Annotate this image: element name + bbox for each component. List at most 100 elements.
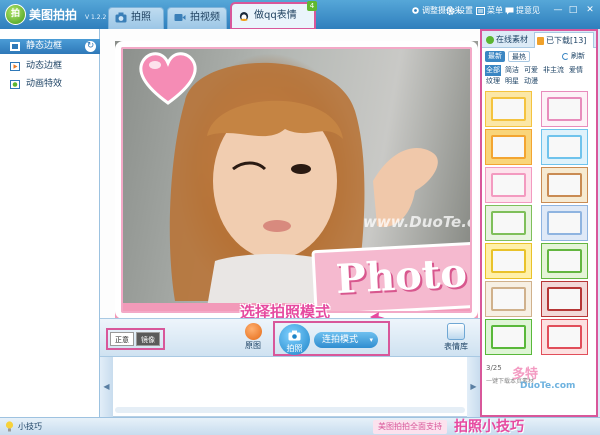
thumbnail-preview-area [547, 287, 582, 311]
brand-watermark-url: DuoTe.com [520, 381, 576, 391]
normal-orientation-button[interactable]: 正意 [110, 332, 134, 346]
camera-preview-stage: www.DuoTe.com Photo 选择拍照模式 [100, 29, 480, 332]
sidebar-item-label: 动态边框 [26, 61, 63, 71]
capture-mode-dropdown[interactable]: 连拍模式 ▾ [314, 332, 378, 348]
tab-online-materials[interactable]: 在线素材 [485, 32, 528, 48]
thumbnail-preview-area [547, 97, 582, 121]
shutter-button[interactable]: 拍照 [279, 324, 310, 355]
tab-photo-label: 拍照 [131, 12, 151, 23]
refresh-icon[interactable]: ↻ [85, 41, 96, 52]
material-tabs: 在线素材 已下载[13] [482, 31, 596, 48]
title-bar: 拍 美图拍拍 V 1.2.2 拍照 拍视频 做qq表情 4 调整摄像头 设置 菜… [0, 0, 600, 30]
thumbnail-preview-area [491, 287, 526, 311]
material-thumbnail[interactable] [541, 91, 588, 127]
app-version: V 1.2.2 [85, 14, 107, 21]
tab-qq-emoticon[interactable]: 做qq表情 4 [230, 1, 317, 30]
tab-downloaded-label: 已下载[13] [546, 36, 587, 45]
sort-hot-button[interactable]: 最热 [508, 51, 530, 62]
material-thumbnail[interactable] [541, 319, 588, 355]
maximize-button[interactable]: □ [567, 4, 579, 16]
chevron-down-icon: ▾ [369, 336, 373, 344]
thumbnail-preview-area [491, 135, 526, 159]
category-anime[interactable]: 动漫 [523, 76, 539, 87]
thumbnail-preview-area [547, 173, 582, 197]
thumbnail-preview-area [547, 325, 582, 349]
thumbnail-preview-area [491, 325, 526, 349]
feedback-icon [505, 7, 514, 15]
lightbulb-icon [5, 421, 14, 432]
menu-button[interactable]: 菜单 [476, 4, 503, 18]
tab-video[interactable]: 拍视频 [167, 7, 227, 29]
download-icon [537, 37, 544, 45]
thumbnail-preview-area [547, 135, 582, 159]
scroll-right-button[interactable]: ▶ [467, 357, 480, 417]
thumbnail-preview-area [547, 211, 582, 235]
emoticon-library-label: 表情库 [444, 342, 468, 351]
capture-mode-value: 连拍模式 [322, 335, 359, 345]
category-filter: 全部 简洁 可爱 非主流 爱情纹理 明星 动漫 [485, 65, 595, 87]
thumbnail-preview-area [547, 249, 582, 273]
material-thumbnail[interactable] [541, 205, 588, 241]
feedback-button[interactable]: 提意见 [505, 4, 540, 18]
settings-button[interactable]: 设置 [446, 4, 473, 18]
material-thumbnail[interactable] [485, 167, 532, 203]
app-logo: 拍 [5, 4, 26, 25]
tab-photo[interactable]: 拍照 [108, 7, 164, 29]
mirror-orientation-button[interactable]: 镜像 [136, 332, 160, 346]
material-thumbnail[interactable] [485, 205, 532, 241]
original-image-button[interactable]: 原图 [240, 323, 266, 355]
material-thumbnail[interactable] [541, 167, 588, 203]
emoticon-library-button[interactable]: 表情库 [438, 323, 474, 355]
settings-label: 设置 [457, 6, 473, 15]
category-all[interactable]: 全部 [485, 65, 501, 76]
sidebar-item-animation-effect[interactable]: 动画特效 [0, 77, 100, 92]
material-thumbnail[interactable] [541, 129, 588, 165]
material-thumbnail[interactable] [541, 281, 588, 317]
orientation-toggle: 正意 镜像 [106, 328, 165, 350]
material-thumbnail[interactable] [485, 243, 532, 279]
frame-category-sidebar: 静态边框 ↻ 动态边框 动画特效 [0, 29, 100, 417]
material-thumbnail[interactable] [485, 319, 532, 355]
sidebar-item-dynamic-frame[interactable]: 动态边框 [0, 59, 100, 74]
new-badge: 4 [307, 1, 317, 11]
category-texture[interactable]: 纹理 [485, 76, 501, 87]
animated-frame-icon [10, 62, 20, 71]
feedback-label: 提意见 [516, 6, 540, 15]
penguin-icon [239, 12, 249, 21]
thumbnail-preview-area [491, 211, 526, 235]
material-thumbnail[interactable] [541, 243, 588, 279]
sidebar-item-static-frame[interactable]: 静态边框 ↻ [0, 39, 100, 54]
effect-icon [10, 80, 20, 89]
refresh-label: 刷新 [571, 52, 585, 60]
menu-icon [476, 7, 485, 15]
material-thumbnail[interactable] [485, 129, 532, 165]
status-toast: 美图拍拍全面支持 [373, 420, 447, 434]
scroll-left-button[interactable]: ◀ [100, 357, 113, 417]
status-bar: 小技巧 美图拍拍全面支持 拍照小技巧 [0, 417, 600, 435]
tab-online-label: 在线素材 [496, 35, 528, 44]
shutter-label: 拍照 [286, 344, 303, 353]
refresh-button[interactable]: 刷新 [562, 51, 588, 62]
material-thumbnail[interactable] [485, 91, 532, 127]
thumbnail-preview-area [491, 173, 526, 197]
app-name: 美图拍拍 [29, 8, 78, 22]
thumbnail-preview-area [491, 249, 526, 273]
tips-link[interactable]: 小技巧 [18, 421, 42, 432]
thumbnail-preview-area [491, 97, 526, 121]
strip-scrollbar[interactable] [115, 407, 465, 413]
minimize-button[interactable]: — [552, 4, 564, 16]
sort-row: 最新 最热 刷新 [482, 49, 596, 64]
category-simple[interactable]: 简洁 [504, 65, 520, 76]
tab-downloaded-materials[interactable]: 已下载[13] [534, 32, 594, 48]
category-alternative[interactable]: 非主流 [542, 65, 565, 76]
category-celebrity[interactable]: 明星 [504, 76, 520, 87]
sort-latest-button[interactable]: 最新 [485, 51, 505, 62]
brand-watermark: 多特 [512, 367, 539, 382]
close-button[interactable]: ✕ [584, 4, 596, 16]
material-thumbnail[interactable] [485, 281, 532, 317]
capture-group: 拍照 连拍模式 ▾ [273, 321, 390, 356]
category-cute[interactable]: 可爱 [523, 65, 539, 76]
decorative-frame [115, 41, 478, 319]
capture-toolbar: 正意 镜像 原图 拍照 连拍模式 ▾ 表情库 [100, 318, 480, 357]
category-love[interactable]: 爱情 [568, 65, 584, 76]
